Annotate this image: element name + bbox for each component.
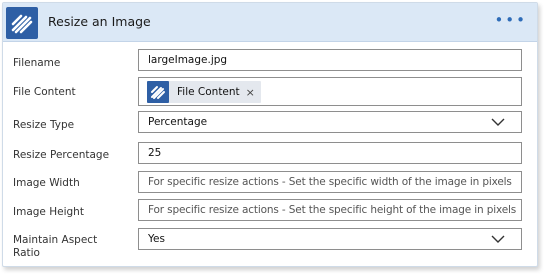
maintain-aspect-label-line1: Maintain Aspect: [13, 234, 98, 246]
file-content-field[interactable]: File Content ×: [138, 77, 522, 106]
image-width-label: Image Width: [13, 177, 80, 189]
maintain-aspect-ratio-value: Yes: [148, 233, 165, 245]
maintain-aspect-ratio-label: Maintain Aspect Ratio: [13, 234, 97, 260]
more-options-icon[interactable]: •••: [494, 11, 527, 29]
resize-type-label: Resize Type: [13, 119, 75, 131]
filename-label: Filename: [13, 57, 61, 69]
file-content-token[interactable]: File Content ×: [147, 81, 261, 103]
resize-percentage-field[interactable]: 25: [138, 142, 522, 164]
image-width-field[interactable]: For specific resize actions - Set the sp…: [138, 171, 522, 193]
resize-type-value: Percentage: [148, 116, 208, 128]
chevron-down-icon[interactable]: [491, 235, 505, 243]
image-width-placeholder: For specific resize actions - Set the sp…: [148, 176, 512, 188]
close-icon[interactable]: ×: [246, 86, 255, 99]
card-title: Resize an Image: [48, 14, 151, 29]
image-height-placeholder: For specific resize actions - Set the sp…: [148, 204, 517, 216]
filename-value: largeImage.jpg: [148, 54, 228, 66]
maintain-aspect-label-line2: Ratio: [13, 247, 40, 259]
image-height-label: Image Height: [13, 206, 84, 218]
file-content-token-label: File Content: [177, 86, 240, 98]
file-content-label: File Content: [13, 86, 76, 98]
image-height-field[interactable]: For specific resize actions - Set the sp…: [138, 199, 522, 221]
card-header[interactable]: Resize an Image •••: [3, 3, 537, 42]
filename-field[interactable]: largeImage.jpg: [138, 49, 522, 71]
maintain-aspect-ratio-select[interactable]: Yes: [138, 228, 522, 250]
action-card: Resize an Image ••• Filename largeImage.…: [2, 2, 538, 267]
diagonal-stripes-icon: [6, 7, 38, 39]
resize-percentage-label: Resize Percentage: [13, 149, 110, 161]
chevron-down-icon[interactable]: [491, 118, 505, 126]
resize-percentage-value: 25: [148, 147, 162, 159]
diagonal-stripes-icon: [147, 81, 169, 103]
resize-type-select[interactable]: Percentage: [138, 111, 522, 133]
